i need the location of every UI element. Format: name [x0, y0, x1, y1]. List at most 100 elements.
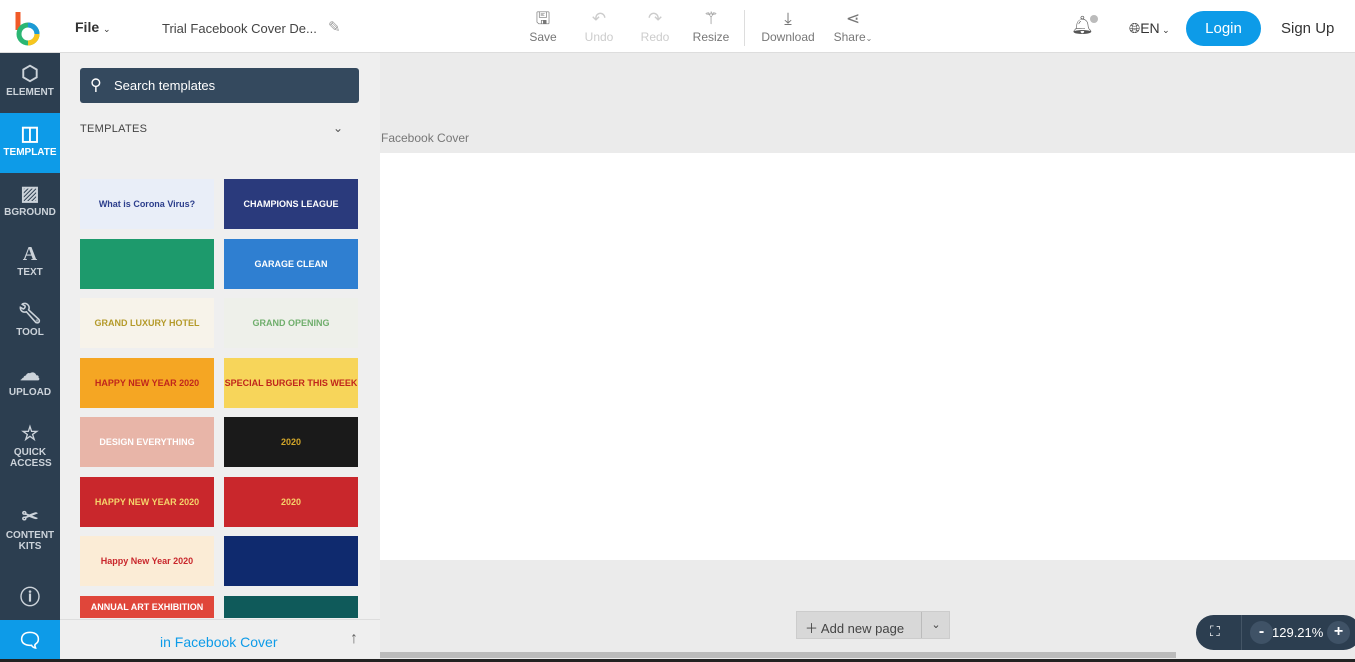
- sidebar-item-template[interactable]: ◫ TEMPLATE: [0, 113, 60, 173]
- template-thumbnail[interactable]: [224, 536, 358, 586]
- redo-label: Redo: [640, 30, 670, 44]
- templates-section-title: TEMPLATES: [80, 123, 148, 135]
- sidebar-item-text[interactable]: A TEXT: [0, 233, 60, 293]
- undo-label: Undo: [584, 30, 614, 44]
- save-button[interactable]: 🖫 Save: [518, 8, 568, 44]
- chevron-down-icon: ⌄: [103, 24, 111, 34]
- sidebar-item-label: QUICK ACCESS: [10, 447, 52, 469]
- document-title[interactable]: Trial Facebook Cover De...: [162, 21, 317, 36]
- globe-icon: 🌐︎: [1129, 20, 1141, 36]
- sidebar-item-element[interactable]: ⬡ ELEMENT: [0, 53, 60, 113]
- add-page-label: Add new page: [820, 621, 905, 636]
- template-thumbnail[interactable]: Happy New Year 2020: [80, 536, 214, 586]
- sidebar-item-label: CONTENT KITS: [5, 530, 55, 552]
- toolbar-divider: [744, 10, 745, 46]
- page-label: Facebook Cover: [381, 131, 470, 145]
- template-thumbnail[interactable]: HAPPY NEW YEAR 2020: [80, 357, 214, 408]
- template-thumbnail[interactable]: 2020: [224, 417, 358, 467]
- category-link[interactable]: in Facebook Cover: [160, 634, 278, 650]
- info-icon: ⓘ: [20, 587, 40, 609]
- star-icon: ☆: [21, 423, 39, 445]
- horizontal-scrollbar[interactable]: [380, 652, 1176, 658]
- chevron-down-icon: ⌄: [1159, 25, 1170, 35]
- chevron-down-icon[interactable]: ⌄: [921, 612, 950, 638]
- chevron-down-icon: ⌄: [865, 34, 873, 43]
- sidebar-item-label: UPLOAD: [8, 387, 52, 398]
- download-icon: ⤓: [784, 9, 792, 28]
- template-icon: ◫: [20, 123, 40, 145]
- sidebar-item-label: TEXT: [17, 267, 43, 278]
- template-thumbnail[interactable]: [224, 595, 358, 618]
- template-thumbnail[interactable]: GRAND OPENING: [224, 298, 358, 348]
- info-button[interactable]: ⓘ: [0, 583, 60, 613]
- magic-wand-icon: ⚚: [703, 9, 719, 28]
- top-bar: File ⌄ Trial Facebook Cover De... ✎ 🖫 Sav…: [0, 0, 1355, 53]
- redo-button[interactable]: ↷ Redo: [630, 8, 680, 44]
- share-label: Share: [833, 30, 866, 44]
- background-icon: ▨: [20, 183, 40, 205]
- notification-dot: [1090, 15, 1098, 23]
- search-icon: ⚲: [90, 77, 102, 94]
- zoom-out-button[interactable]: -: [1250, 621, 1273, 644]
- file-menu[interactable]: File ⌄: [75, 19, 111, 35]
- sidebar-item-label: TOOL: [16, 327, 44, 338]
- share-icon: ⋖: [845, 9, 861, 28]
- resize-label: Resize: [692, 30, 730, 44]
- app-logo[interactable]: [14, 10, 42, 46]
- search-templates-input[interactable]: ⚲ Search templates: [80, 68, 359, 103]
- panel-footer: in Facebook Cover ↑: [60, 619, 380, 662]
- undo-icon: ↶: [591, 9, 607, 28]
- download-label: Download: [761, 30, 815, 44]
- cloud-upload-icon: ☁: [20, 363, 40, 385]
- download-button[interactable]: ⤓ Download: [758, 8, 818, 44]
- zoom-divider: [1241, 615, 1242, 650]
- file-label: File: [75, 19, 100, 35]
- text-icon: A: [22, 243, 38, 265]
- sidebar-item-label: BGROUND: [4, 207, 56, 218]
- template-thumbnail[interactable]: 2020: [224, 476, 358, 527]
- sidebar-item-background[interactable]: ▨ BGROUND: [0, 173, 60, 233]
- chevron-down-icon[interactable]: ⌄: [333, 121, 343, 135]
- save-label: Save: [529, 30, 557, 44]
- sidebar-item-tool[interactable]: 🔧︎ TOOL: [0, 293, 60, 353]
- shapes-icon: ⬡: [21, 63, 39, 85]
- undo-button[interactable]: ↶ Undo: [574, 8, 624, 44]
- sidebar-item-quick-access[interactable]: ☆ QUICK ACCESS: [0, 413, 60, 483]
- template-thumbnail[interactable]: CHAMPIONS LEAGUE: [224, 179, 358, 229]
- share-button[interactable]: ⋖ Share⌄: [828, 8, 878, 44]
- zoom-control: ⛶ - 129.21% +: [1196, 615, 1355, 650]
- sidebar-item-upload[interactable]: ☁ UPLOAD: [0, 353, 60, 413]
- zoom-level: 129.21%: [1272, 625, 1324, 640]
- language-label: EN: [1140, 20, 1160, 36]
- chat-button[interactable]: 🗨︎: [0, 620, 60, 662]
- arrow-up-icon[interactable]: ↑: [350, 630, 358, 648]
- pencil-icon[interactable]: ✎: [328, 18, 341, 36]
- plus-icon: ＋: [805, 621, 819, 636]
- signup-link[interactable]: Sign Up: [1281, 20, 1334, 37]
- template-thumbnail[interactable]: SPECIAL BURGER THIS WEEK: [224, 357, 358, 408]
- template-thumbnail[interactable]: DESIGN EVERYTHING: [80, 417, 214, 467]
- left-sidebar: ⬡ ELEMENT ◫ TEMPLATE ▨ BGROUND A TEXT 🔧︎ TOOL…: [0, 53, 60, 662]
- template-thumbnail[interactable]: HAPPY NEW YEAR 2020: [80, 476, 214, 527]
- sidebar-item-label: ELEMENT: [6, 87, 54, 98]
- zoom-in-button[interactable]: +: [1327, 621, 1350, 644]
- search-placeholder: Search templates: [114, 78, 216, 93]
- template-thumbnail[interactable]: GARAGE CLEAN: [224, 238, 358, 289]
- save-icon: 🖫: [535, 9, 551, 28]
- fullscreen-icon[interactable]: ⛶: [1210, 623, 1220, 640]
- sidebar-item-content-kits[interactable]: ✂ CONTENT KITS: [0, 496, 60, 566]
- add-new-page-button[interactable]: ＋ Add new page ⌄: [796, 611, 950, 639]
- design-canvas[interactable]: [380, 153, 1355, 560]
- redo-icon: ↷: [647, 9, 663, 28]
- template-thumbnail[interactable]: [80, 238, 214, 289]
- resize-button[interactable]: ⚚ Resize: [686, 8, 736, 44]
- login-button[interactable]: Login: [1186, 11, 1261, 46]
- template-panel: ⚲ Search templates TEMPLATES ⌄ What is Co…: [60, 53, 380, 662]
- language-selector[interactable]: 🌐︎EN ⌄: [1129, 20, 1170, 37]
- sidebar-item-label: TEMPLATE: [3, 147, 57, 158]
- wrench-icon: 🔧︎: [17, 303, 43, 325]
- template-thumbnail[interactable]: What is Corona Virus?: [80, 179, 214, 229]
- template-thumbnail[interactable]: GRAND LUXURY HOTEL: [80, 298, 214, 348]
- template-thumbnail[interactable]: ANNUAL ART EXHIBITION: [80, 595, 214, 618]
- chat-icon: 🗨︎: [17, 630, 43, 652]
